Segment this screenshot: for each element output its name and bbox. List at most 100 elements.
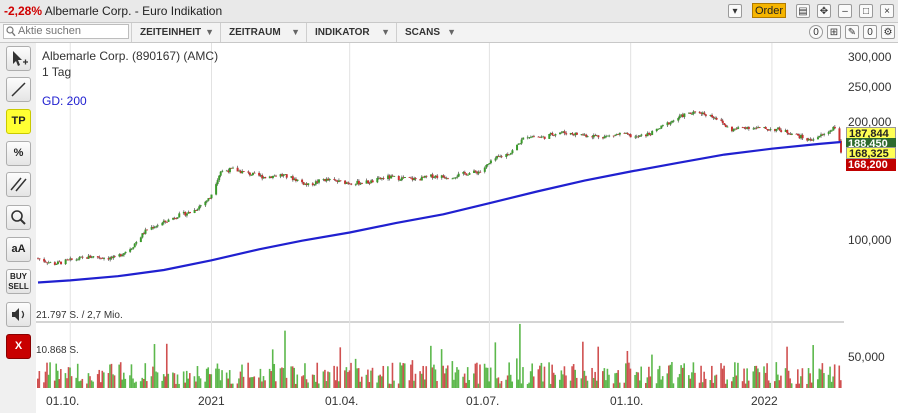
volume-bar xyxy=(551,364,553,388)
trendline-tool[interactable] xyxy=(6,77,31,102)
alert-badge[interactable]: 0 xyxy=(809,25,823,39)
delete-tool[interactable]: X xyxy=(6,334,31,359)
volume-bar xyxy=(638,380,641,388)
grid-icon[interactable]: ⊞ xyxy=(827,25,841,39)
volume-scale-label: 10.868 S. xyxy=(36,345,79,356)
volume-bar xyxy=(414,373,417,388)
tp-tool[interactable]: TP xyxy=(6,109,31,134)
note-icon[interactable]: ✎ xyxy=(845,25,859,39)
candle xyxy=(715,117,718,120)
volume-bar xyxy=(153,344,156,388)
price-chart[interactable]: Albemarle Corp. (890167) (AMC) 1 Tag GD:… xyxy=(36,43,898,413)
candle xyxy=(49,262,52,264)
volume-bar xyxy=(122,372,125,388)
candle xyxy=(520,139,523,144)
menu-scans[interactable]: SCANS ▼ xyxy=(396,23,462,42)
volume-bar xyxy=(445,368,448,388)
volume-bar xyxy=(763,366,765,388)
candle xyxy=(618,132,621,135)
chart-canvas xyxy=(36,43,898,413)
volume-bar xyxy=(344,370,346,388)
candle xyxy=(712,116,715,119)
volume-bar xyxy=(359,381,362,388)
volume-bar xyxy=(322,371,325,388)
volume-bar xyxy=(96,374,99,388)
volume-bar xyxy=(660,379,662,388)
candle xyxy=(139,237,142,243)
volume-bar xyxy=(144,363,147,388)
volume-bar xyxy=(193,376,196,388)
close-icon[interactable]: × xyxy=(880,4,894,18)
candle xyxy=(723,123,726,126)
candle xyxy=(443,177,446,179)
volume-bar xyxy=(473,373,475,388)
candle xyxy=(726,126,729,128)
candle xyxy=(669,122,672,125)
pointer-add-tool[interactable] xyxy=(6,46,31,71)
candle xyxy=(838,128,841,141)
candle xyxy=(146,229,149,231)
menu-zeitraum[interactable]: ZEITRAUM ▼ xyxy=(220,23,306,42)
volume-bar xyxy=(488,381,490,388)
zoom-tool[interactable] xyxy=(6,205,31,230)
parallel-lines-icon xyxy=(10,177,27,192)
candle xyxy=(551,132,554,135)
candle xyxy=(694,111,697,113)
volume-bar xyxy=(87,373,90,388)
volume-bar xyxy=(387,366,389,388)
volume-bar xyxy=(53,380,56,388)
candle xyxy=(161,222,164,226)
minimize-icon[interactable]: – xyxy=(838,4,852,18)
volume-bar xyxy=(496,378,498,388)
y-tick-label: 300,000 xyxy=(848,50,892,64)
volume-bar xyxy=(90,380,93,388)
message-badge[interactable]: 0 xyxy=(863,25,877,39)
x-tick-label: 2021 xyxy=(198,394,225,408)
volume-bar xyxy=(711,365,713,388)
buy-sell-tool[interactable]: BUY SELL xyxy=(6,269,31,294)
volume-bar xyxy=(612,383,615,388)
volume-bar xyxy=(431,367,434,388)
volume-bar xyxy=(348,370,351,388)
stock-search[interactable] xyxy=(3,24,129,39)
volume-bar xyxy=(247,362,249,388)
volume-bar xyxy=(176,374,179,388)
volume-bar xyxy=(747,380,750,388)
instrument-title: Albemarle Corp. - Euro Indikation xyxy=(44,4,223,18)
volume-bar xyxy=(46,362,48,388)
volume-bar xyxy=(185,370,188,388)
volume-bar xyxy=(608,374,610,388)
candle xyxy=(218,175,221,181)
maximize-icon[interactable]: □ xyxy=(859,4,873,18)
volume-bar xyxy=(161,380,163,388)
search-input[interactable] xyxy=(18,25,118,37)
volume-bar xyxy=(809,373,811,388)
bookmark-icon[interactable]: ▾ xyxy=(728,4,742,18)
candle xyxy=(133,243,136,248)
sma-legend[interactable]: GD: 200 xyxy=(42,94,87,108)
volume-bar xyxy=(172,372,174,388)
candle xyxy=(752,128,755,130)
volume-bar xyxy=(457,369,460,388)
volume-bar xyxy=(124,378,127,388)
candle xyxy=(698,111,701,114)
volume-bar xyxy=(681,367,684,388)
candle xyxy=(747,127,750,129)
text-tool[interactable]: aA xyxy=(6,237,31,262)
parallel-lines-tool[interactable] xyxy=(6,172,31,197)
percent-tool[interactable]: % xyxy=(6,141,31,166)
print-icon[interactable]: ▤ xyxy=(796,4,810,18)
candle xyxy=(648,132,651,135)
volume-bar xyxy=(703,371,705,388)
sound-tool[interactable] xyxy=(6,302,31,327)
volume-bar xyxy=(402,363,405,388)
volume-bar xyxy=(225,372,228,388)
order-button[interactable]: Order xyxy=(752,3,786,18)
candle xyxy=(823,133,826,135)
settings-icon[interactable]: ⚙ xyxy=(881,25,895,39)
menu-indikator[interactable]: INDIKATOR ▼ xyxy=(306,23,396,42)
menu-zeiteinheit[interactable]: ZEITEINHEIT ▼ xyxy=(131,23,220,42)
move-icon[interactable]: ✥ xyxy=(817,4,831,18)
volume-bar xyxy=(454,372,457,388)
volume-bar xyxy=(634,374,636,388)
